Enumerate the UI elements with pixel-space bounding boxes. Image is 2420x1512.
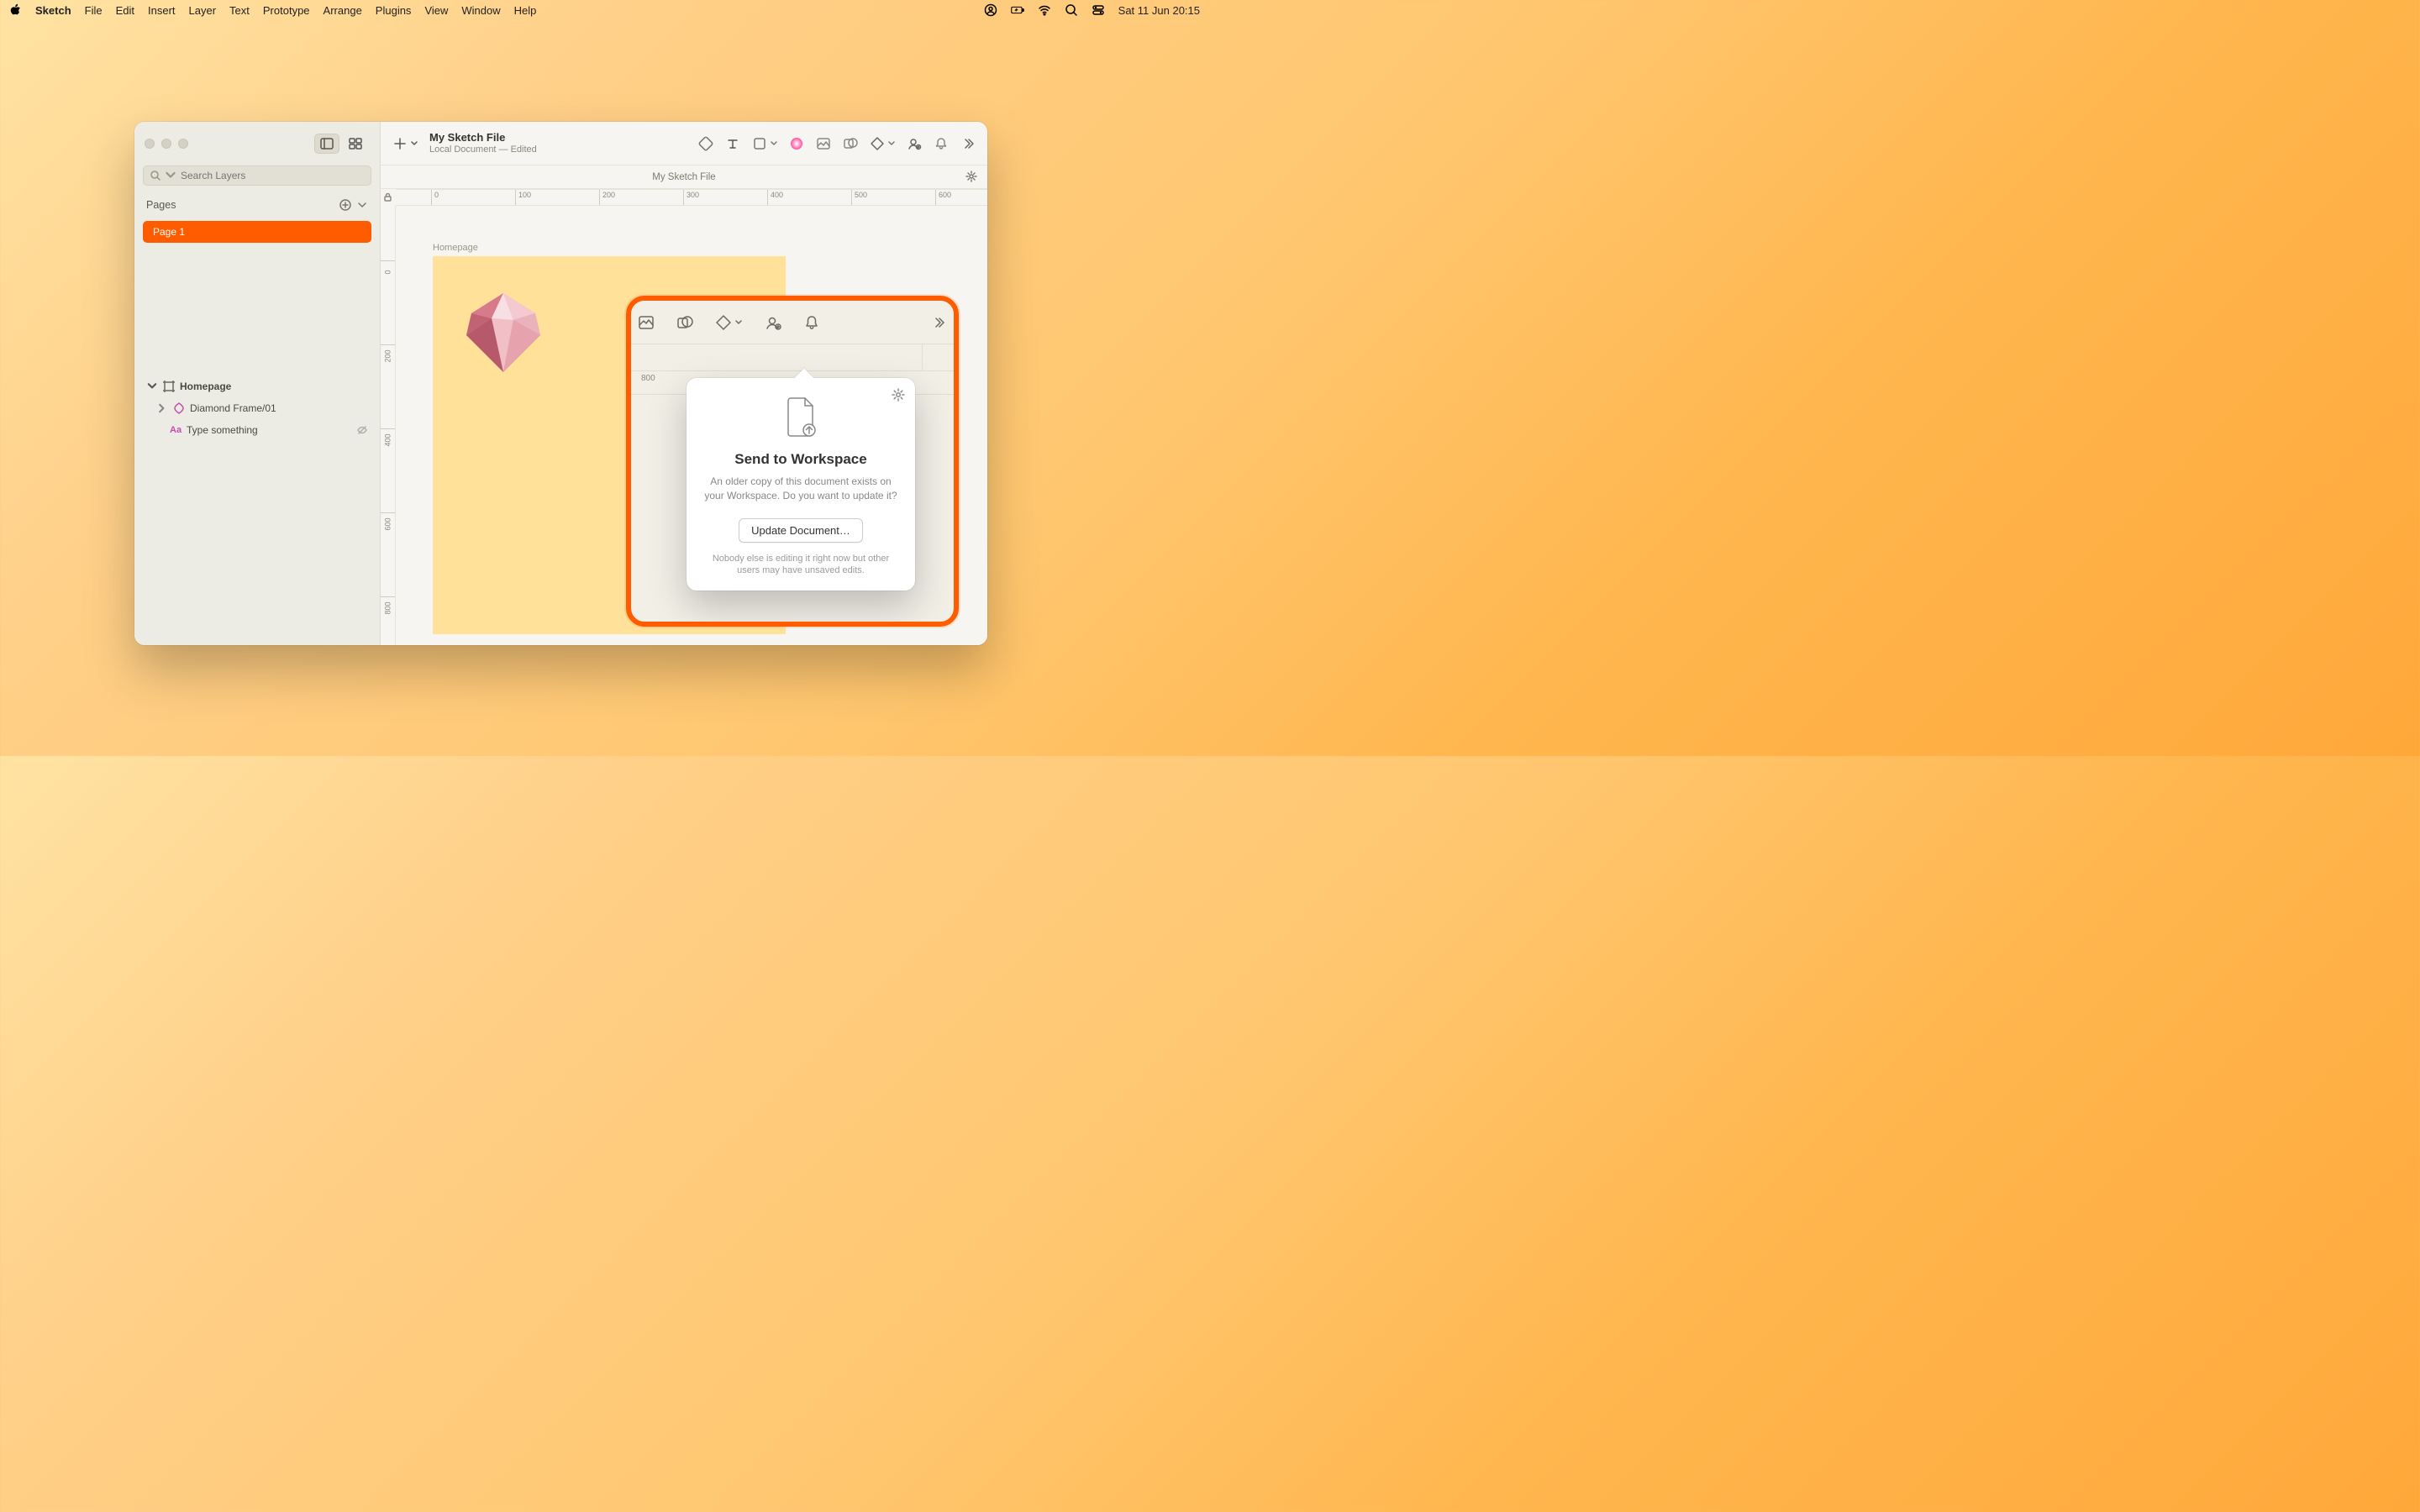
add-page-icon[interactable] bbox=[339, 199, 351, 211]
menubar-item-window[interactable]: Window bbox=[461, 4, 500, 17]
layer-list: Homepage Diamond Frame/01 Aa Type someth… bbox=[134, 370, 380, 446]
sidebar: Pages Page 1 Homepage Diamond Frame/01 bbox=[134, 122, 381, 645]
menubar-item-insert[interactable]: Insert bbox=[148, 4, 176, 17]
document-tab-bar: My Sketch File bbox=[381, 165, 987, 189]
sidebar-view-toggle bbox=[313, 132, 370, 155]
create-symbol-button[interactable] bbox=[715, 314, 743, 331]
document-upload-icon bbox=[784, 426, 818, 440]
settings-icon[interactable] bbox=[965, 171, 977, 185]
chevron-down-icon bbox=[166, 171, 176, 181]
layer-artboard-homepage[interactable]: Homepage bbox=[139, 375, 375, 397]
page-item-page1[interactable]: Page 1 bbox=[143, 221, 371, 243]
notifications-button[interactable] bbox=[803, 314, 820, 331]
macos-menubar: Sketch File Edit Insert Layer Text Proto… bbox=[0, 0, 1210, 20]
text-tool-button[interactable] bbox=[725, 136, 740, 151]
document-subtitle: Local Document — Edited bbox=[429, 144, 537, 155]
horizontal-ruler: 0 100 200 300 400 500 600 bbox=[396, 189, 987, 206]
zoomed-highlight-panel: 800 Send to Workspace An older copy of t… bbox=[626, 296, 959, 627]
pages-section-header[interactable]: Pages bbox=[134, 192, 380, 218]
menubar-app-name[interactable]: Sketch bbox=[35, 4, 71, 17]
control-center-icon[interactable] bbox=[1092, 3, 1105, 17]
popover-note: Nobody else is editing it right now but … bbox=[703, 553, 898, 578]
menubar-item-arrange[interactable]: Arrange bbox=[324, 4, 362, 17]
text-layer-icon: Aa bbox=[170, 425, 182, 435]
menubar-item-edit[interactable]: Edit bbox=[116, 4, 134, 17]
lock-icon[interactable] bbox=[383, 192, 392, 202]
symbol-tool-button[interactable] bbox=[698, 136, 713, 151]
menubar-clock[interactable]: Sat 11 Jun 20:15 bbox=[1118, 4, 1200, 17]
pages-label: Pages bbox=[146, 199, 176, 211]
battery-icon[interactable] bbox=[1011, 3, 1024, 17]
create-symbol-button[interactable] bbox=[870, 136, 895, 151]
artboard-icon bbox=[163, 381, 175, 392]
page-name: Page 1 bbox=[153, 226, 185, 238]
window-controls bbox=[145, 139, 188, 149]
chevron-down-icon[interactable] bbox=[356, 199, 368, 211]
zoom-toolbar bbox=[631, 301, 954, 344]
menubar-item-prototype[interactable]: Prototype bbox=[263, 4, 310, 17]
search-icon[interactable] bbox=[1065, 3, 1078, 17]
artboard-label[interactable]: Homepage bbox=[433, 243, 478, 253]
menubar-item-layer[interactable]: Layer bbox=[189, 4, 217, 17]
hidden-icon[interactable] bbox=[356, 424, 368, 436]
collaborate-button[interactable] bbox=[765, 314, 781, 331]
layers-panel-button[interactable] bbox=[314, 134, 339, 154]
layer-text[interactable]: Aa Type something bbox=[139, 419, 375, 441]
menubar-item-view[interactable]: View bbox=[424, 4, 448, 17]
update-document-button[interactable]: Update Document… bbox=[739, 518, 863, 543]
menubar-item-help[interactable]: Help bbox=[514, 4, 537, 17]
mask-tool-button[interactable] bbox=[676, 314, 693, 331]
image-tool-button[interactable] bbox=[638, 314, 655, 331]
apple-logo-icon[interactable] bbox=[10, 3, 22, 18]
components-panel-button[interactable] bbox=[343, 134, 368, 154]
gear-icon[interactable] bbox=[892, 388, 905, 406]
color-tool-button[interactable] bbox=[789, 136, 804, 151]
search-input[interactable] bbox=[181, 170, 364, 181]
close-window-button[interactable] bbox=[145, 139, 155, 149]
document-title: My Sketch File bbox=[429, 132, 537, 144]
menubar-item-plugins[interactable]: Plugins bbox=[376, 4, 412, 17]
wifi-icon[interactable] bbox=[1038, 3, 1051, 17]
overflow-button[interactable] bbox=[930, 314, 947, 331]
document-tab[interactable]: My Sketch File bbox=[652, 172, 715, 182]
symbol-icon bbox=[173, 402, 185, 414]
user-icon[interactable] bbox=[984, 3, 997, 17]
layer-symbol-diamond[interactable]: Diamond Frame/01 bbox=[139, 397, 375, 419]
frame-tool-button[interactable] bbox=[752, 136, 777, 151]
toolbar: My Sketch File Local Document — Edited bbox=[381, 122, 987, 165]
diamond-graphic[interactable] bbox=[453, 286, 554, 379]
vertical-ruler: 0 200 400 600 800 bbox=[381, 206, 396, 645]
image-tool-button[interactable] bbox=[816, 136, 831, 151]
overflow-button[interactable] bbox=[960, 136, 976, 151]
insert-button[interactable] bbox=[392, 136, 418, 151]
popover-body: An older copy of this document exists on… bbox=[703, 475, 898, 503]
notifications-button[interactable] bbox=[934, 136, 949, 151]
zoom-window-button[interactable] bbox=[178, 139, 188, 149]
minimize-window-button[interactable] bbox=[161, 139, 171, 149]
collaborate-button[interactable] bbox=[907, 136, 922, 151]
send-to-workspace-popover: Send to Workspace An older copy of this … bbox=[687, 378, 915, 591]
menubar-item-text[interactable]: Text bbox=[229, 4, 250, 17]
document-title-block[interactable]: My Sketch File Local Document — Edited bbox=[429, 132, 537, 155]
search-layers-field[interactable] bbox=[143, 165, 371, 186]
mask-tool-button[interactable] bbox=[843, 136, 858, 151]
menubar-item-file[interactable]: File bbox=[85, 4, 103, 17]
popover-title: Send to Workspace bbox=[703, 451, 898, 468]
zoom-tabbar bbox=[631, 344, 954, 371]
